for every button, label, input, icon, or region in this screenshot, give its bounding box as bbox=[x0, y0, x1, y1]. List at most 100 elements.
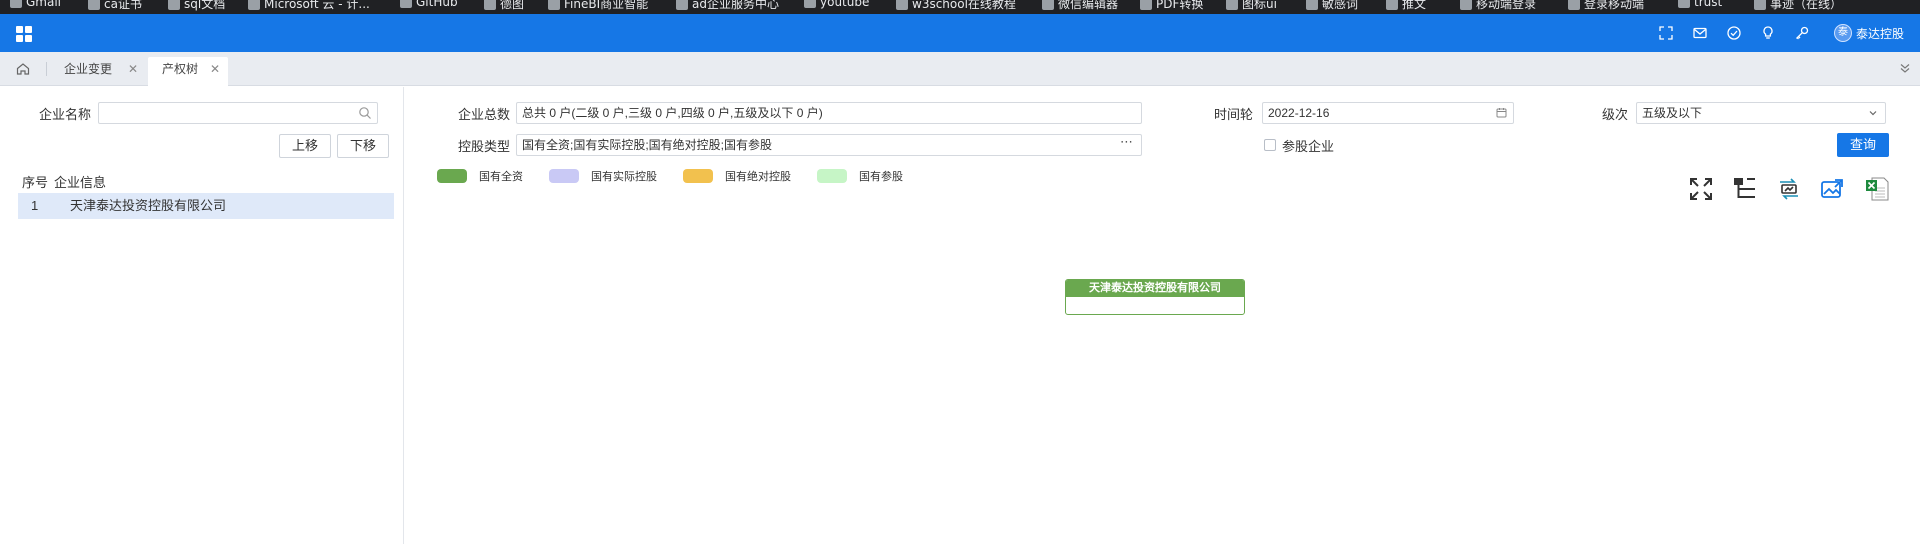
export-image-icon[interactable] bbox=[1820, 176, 1846, 202]
tree-structure-icon[interactable] bbox=[1732, 176, 1758, 202]
move-up-button[interactable]: 上移 bbox=[279, 134, 331, 158]
participating-label: 参股企业 bbox=[1282, 139, 1335, 154]
globe-icon bbox=[548, 0, 560, 10]
bookmark-item[interactable]: 微信编辑器 bbox=[1042, 0, 1118, 12]
level-select[interactable]: 五级及以下 bbox=[1636, 102, 1886, 124]
bookmark-item[interactable]: youtube bbox=[804, 0, 869, 9]
bookmark-label: 推文 bbox=[1402, 0, 1427, 11]
w3-icon bbox=[896, 0, 908, 10]
mail-icon[interactable] bbox=[1692, 25, 1708, 41]
bookmark-label: 登录移动端 bbox=[1584, 0, 1645, 11]
column-header-index: 序号 bbox=[22, 175, 49, 190]
windows-icon bbox=[168, 0, 180, 10]
windows-icon bbox=[248, 0, 260, 10]
globe-icon bbox=[1678, 0, 1690, 8]
search-icon[interactable] bbox=[358, 106, 372, 120]
check-circle-icon[interactable] bbox=[1726, 25, 1742, 41]
user-name: 泰达控股 bbox=[1856, 26, 1905, 41]
query-button[interactable]: 查询 bbox=[1837, 133, 1889, 157]
legend-swatch bbox=[683, 169, 713, 183]
move-down-button[interactable]: 下移 bbox=[337, 134, 389, 158]
time-label: 时间轮 bbox=[1214, 107, 1254, 122]
date-input[interactable]: 2022-12-16 bbox=[1262, 102, 1514, 124]
more-icon[interactable]: ⋯ bbox=[1120, 135, 1133, 150]
tree-node-title: 天津泰达投资控股有限公司 bbox=[1066, 280, 1244, 297]
chevron-double-down-icon[interactable] bbox=[1898, 61, 1912, 75]
avatar: 泰 bbox=[1834, 24, 1852, 42]
bookmark-item[interactable]: 图标ui bbox=[1226, 0, 1277, 12]
legend-label: 国有全资 bbox=[479, 171, 523, 183]
legend-swatch bbox=[549, 169, 579, 183]
tab-equity-tree[interactable]: 产权树 ✕ bbox=[148, 57, 228, 86]
globe-icon bbox=[1754, 0, 1766, 10]
key-icon[interactable] bbox=[1794, 25, 1810, 41]
company-name-label: 企业名称 bbox=[39, 107, 92, 122]
star-icon bbox=[484, 0, 496, 10]
bookmark-label: w3school在线教程 bbox=[912, 0, 1016, 11]
row-company-name: 天津泰达投资控股有限公司 bbox=[70, 198, 227, 213]
bookmark-label: trust bbox=[1694, 0, 1723, 9]
switch-layout-icon[interactable] bbox=[1776, 176, 1802, 202]
fullscreen-icon[interactable] bbox=[1658, 25, 1674, 41]
bookmark-label: 微信编辑器 bbox=[1058, 0, 1119, 11]
row-index: 1 bbox=[31, 198, 39, 213]
close-icon[interactable]: ✕ bbox=[128, 57, 138, 81]
table-header: 序号 企业信息 bbox=[22, 169, 398, 191]
bookmark-item[interactable]: PDF转换 bbox=[1140, 0, 1203, 12]
pdf-icon bbox=[1140, 0, 1152, 10]
company-name-input[interactable] bbox=[98, 102, 378, 124]
bookmark-item[interactable]: 事迹（在线） bbox=[1754, 0, 1842, 12]
grid-menu-icon[interactable] bbox=[16, 26, 32, 42]
bookmark-item[interactable]: 移动端登录 bbox=[1460, 0, 1536, 12]
calendar-icon[interactable] bbox=[1496, 107, 1507, 118]
bulb-icon[interactable] bbox=[1760, 25, 1776, 41]
equity-tree-panel: 企业总数 总共 0 户(二级 0 户,三级 0 户,四级 0 户,五级及以下 0… bbox=[404, 87, 1920, 544]
bookmark-label: sql文档 bbox=[184, 0, 226, 11]
bookmark-item[interactable]: Microsoft 云 - 计... bbox=[248, 0, 370, 12]
tab-enterprise-change[interactable]: 企业变更 ✕ bbox=[56, 57, 138, 81]
bookmark-item[interactable]: trust bbox=[1678, 0, 1722, 9]
bookmarks-bar: Gmail ca证书 sql文档 Microsoft 云 - 计... GitHub 德图… bbox=[0, 0, 1920, 14]
total-field: 总共 0 户(二级 0 户,三级 0 户,四级 0 户,五级及以下 0 户) bbox=[516, 102, 1142, 124]
tab-label: 产权树 bbox=[162, 62, 199, 76]
bookmark-item[interactable]: 德图 bbox=[484, 0, 524, 12]
expand-icon[interactable] bbox=[1688, 176, 1714, 202]
bookmark-label: 移动端登录 bbox=[1476, 0, 1537, 11]
gmail-icon bbox=[10, 0, 22, 8]
bookmark-item[interactable]: 登录移动端 bbox=[1568, 0, 1644, 12]
export-excel-icon[interactable] bbox=[1864, 176, 1890, 202]
github-icon bbox=[400, 0, 412, 8]
bookmark-item[interactable]: 推文 bbox=[1386, 0, 1426, 12]
tree-root-node[interactable]: 天津泰达投资控股有限公司 bbox=[1065, 279, 1245, 315]
bookmark-label: 图标ui bbox=[1242, 0, 1277, 11]
holding-type-label: 控股类型 bbox=[458, 139, 511, 154]
bookmark-label: 事迹（在线） bbox=[1770, 0, 1843, 11]
close-icon[interactable]: ✕ bbox=[210, 57, 220, 81]
star-icon bbox=[1226, 0, 1238, 10]
legend-label: 国有实际控股 bbox=[591, 171, 657, 183]
bookmark-label: 德图 bbox=[500, 0, 525, 11]
star-icon bbox=[88, 0, 100, 10]
bookmark-item[interactable]: ca证书 bbox=[88, 0, 142, 12]
app-icon bbox=[1460, 0, 1472, 10]
bookmark-item[interactable]: 敏感词 bbox=[1306, 0, 1358, 12]
holding-type-input[interactable]: 国有全资;国有实际控股;国有绝对控股;国有参股 bbox=[516, 134, 1142, 156]
bookmark-label: ad企业服务中心 bbox=[692, 0, 779, 11]
user-menu[interactable]: 泰 泰达控股 bbox=[1834, 24, 1904, 42]
bookmark-item[interactable]: w3school在线教程 bbox=[896, 0, 1016, 12]
app-icon bbox=[676, 0, 688, 10]
bookmark-item[interactable]: GitHub bbox=[400, 0, 458, 9]
legend-item: 国有参股 bbox=[817, 169, 903, 183]
enterprise-list-panel: 企业名称 上移 下移 序号 企业信息 1 天津泰达投资控股有限公司 bbox=[0, 87, 404, 544]
bookmark-item[interactable]: FineBI商业智能 bbox=[548, 0, 648, 12]
participating-checkbox[interactable] bbox=[1264, 139, 1276, 151]
bookmark-item[interactable]: sql文档 bbox=[168, 0, 225, 12]
home-icon[interactable] bbox=[15, 61, 31, 77]
bookmark-item[interactable]: ad企业服务中心 bbox=[676, 0, 779, 12]
table-row[interactable]: 1 天津泰达投资控股有限公司 bbox=[18, 193, 394, 219]
bookmark-label: ca证书 bbox=[104, 0, 142, 11]
bookmark-label: FineBI商业智能 bbox=[564, 0, 649, 11]
bookmark-item[interactable]: Gmail bbox=[10, 0, 61, 9]
chevron-down-icon[interactable] bbox=[1868, 108, 1878, 118]
legend-item: 国有绝对控股 bbox=[683, 169, 791, 183]
